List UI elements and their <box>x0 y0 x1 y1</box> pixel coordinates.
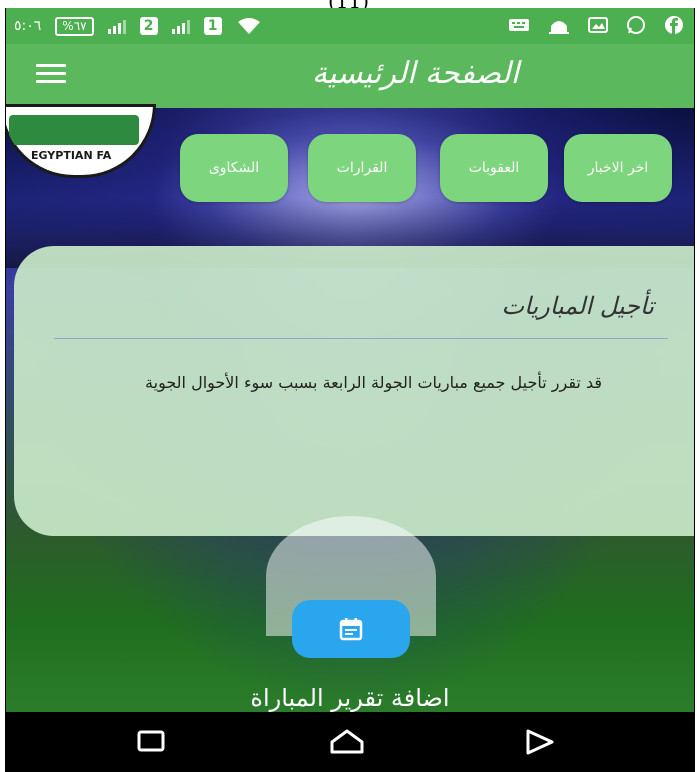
wifi-icon <box>237 18 260 34</box>
news-card-title: تأجيل المباريات <box>501 292 654 320</box>
complaints-button[interactable]: الشكاوى <box>180 134 288 202</box>
back-icon[interactable] <box>524 728 556 756</box>
logo-emblem <box>9 115 139 145</box>
sim-1-icon: 1 <box>203 17 222 35</box>
calendar-icon <box>339 618 363 641</box>
figure-caption: (11) <box>0 0 697 13</box>
phone-screen: ٥:٠٦ %٦٧ 2 1 الصفحة الرئيسية EGYPTIAN FA… <box>5 8 695 772</box>
status-time: ٥:٠٦ <box>14 18 42 34</box>
news-card-body: قد تقرر تأجيل جميع مباريات الجولة الرابع… <box>145 373 602 392</box>
keyboard-icon <box>509 19 529 31</box>
add-report-label: اضافة تقرير المباراة <box>250 684 450 712</box>
signal-icon <box>107 18 126 34</box>
federation-logo: EGYPTIAN FA <box>6 104 156 178</box>
battery-indicator: %٦٧ <box>55 16 94 36</box>
facebook-icon <box>665 16 683 34</box>
decisions-button[interactable]: القرارات <box>308 134 416 202</box>
home-icon[interactable] <box>328 728 366 756</box>
news-card-divider <box>54 338 668 339</box>
hamburger-menu-icon[interactable] <box>36 64 66 86</box>
add-report-button[interactable] <box>292 600 410 658</box>
system-navigation-bar <box>6 712 694 772</box>
latest-news-button[interactable]: اخر الاخبار <box>564 134 672 202</box>
status-bar: ٥:٠٦ %٦٧ 2 1 <box>6 8 694 44</box>
status-left: ٥:٠٦ %٦٧ 2 1 <box>14 16 262 36</box>
logo-text: EGYPTIAN FA <box>31 149 112 162</box>
status-right <box>508 15 684 35</box>
news-card[interactable]: تأجيل المباريات قد تقرر تأجيل جميع مباري… <box>14 246 694 636</box>
main-content: EGYPTIAN FA اخر الاخبار العقوبات القرارا… <box>6 104 694 712</box>
penalties-button[interactable]: العقوبات <box>440 134 548 202</box>
recent-apps-icon[interactable] <box>136 728 166 754</box>
gallery-icon <box>588 17 608 33</box>
screenshot-frame: (11) ٥:٠٦ %٦٧ 2 1 الصفحة الرئيسية EGYPTI… <box>0 0 697 772</box>
signal-icon <box>171 18 190 34</box>
whatsapp-icon <box>627 16 645 34</box>
sim-2-icon: 2 <box>139 17 158 35</box>
app-bar: الصفحة الرئيسية <box>6 44 694 108</box>
mosque-icon <box>549 21 569 34</box>
page-title: الصفحة الرئيسية <box>312 56 519 91</box>
